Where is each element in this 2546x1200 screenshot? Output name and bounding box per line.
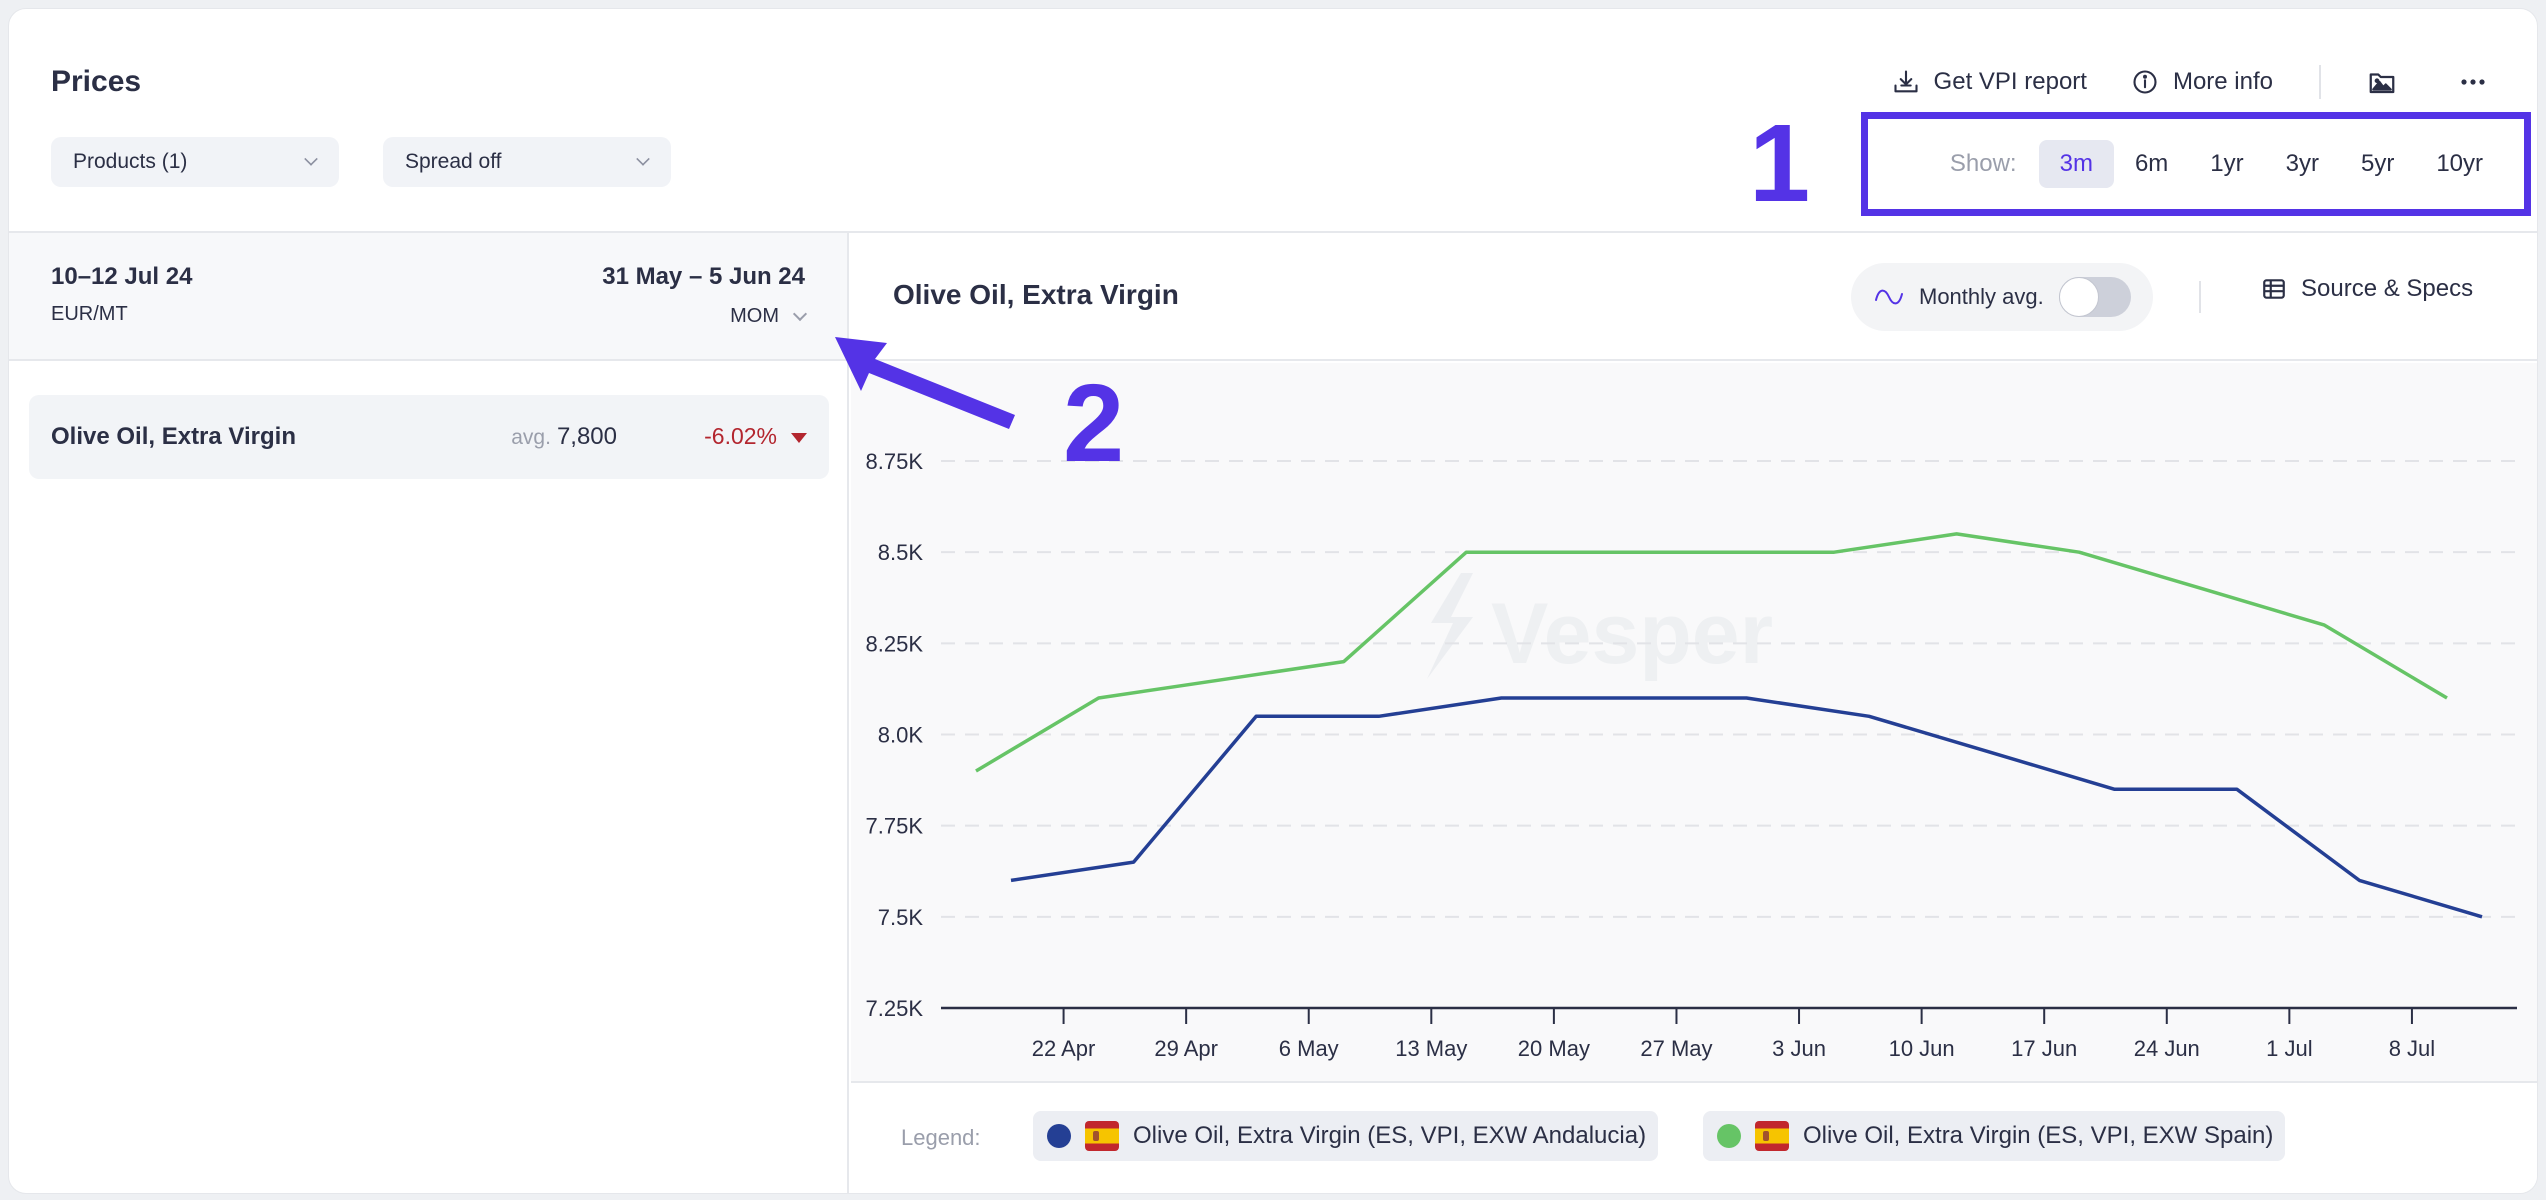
product-name: Olive Oil, Extra Virgin [51, 423, 296, 450]
show-label: Show: [1949, 150, 2017, 177]
series-dot-green [1717, 1124, 1741, 1148]
more-info-button[interactable]: More info [2131, 68, 2273, 96]
more-horizontal-icon [2459, 77, 2487, 87]
more-options-button[interactable] [2459, 77, 2487, 87]
y-tick-label: 8.25K [866, 631, 924, 656]
product-average: avg. 7,800 [511, 423, 617, 451]
y-tick-label: 8.5K [878, 540, 924, 565]
x-tick-label: 17 Jun [2011, 1036, 2077, 1061]
range-3yr[interactable]: 3yr [2265, 140, 2340, 188]
spain-flag-icon [1085, 1121, 1119, 1151]
series-dot-blue [1047, 1124, 1071, 1148]
more-info-label: More info [2172, 68, 2273, 95]
y-tick-label: 8.0K [878, 723, 924, 748]
annotation-arrow [835, 337, 1015, 429]
monthly-avg-control: Monthly avg. [1851, 263, 2153, 331]
y-tick-label: 7.25K [866, 996, 924, 1021]
chevron-down-icon [636, 152, 650, 166]
unit-label: EUR/MT [51, 303, 128, 325]
range-6m[interactable]: 6m [2114, 140, 2189, 188]
image-folder-icon [2367, 67, 2397, 97]
chart-legend: Legend: Olive Oil, Extra Virgin (ES, VPI… [851, 1081, 2537, 1193]
x-tick-label: 20 May [1518, 1036, 1590, 1061]
vesper-watermark: Vesper [1427, 573, 1773, 682]
prices-card: Prices Products (1) Spread off Get VPI r… [8, 8, 2538, 1194]
products-dropdown-label: Products (1) [73, 150, 188, 173]
left-panel: 10–12 Jul 24 EUR/MT 31 May – 5 Jun 24 MO… [9, 233, 849, 1193]
x-tick-label: 29 Apr [1154, 1036, 1218, 1061]
y-tick-label: 7.5K [878, 905, 924, 930]
monthly-avg-label: Monthly avg. [1919, 284, 2044, 309]
legend-item-label: Olive Oil, Extra Virgin (ES, VPI, EXW Sp… [1803, 1122, 2274, 1149]
down-triangle-icon [791, 433, 807, 443]
x-tick-label: 3 Jun [1772, 1036, 1826, 1061]
range-3m[interactable]: 3m [2038, 140, 2114, 188]
prices-header: Prices Products (1) Spread off Get VPI r… [9, 9, 2537, 233]
chevron-down-icon [304, 152, 318, 166]
y-tick-label: 7.75K [866, 814, 924, 839]
current-period: 10–12 Jul 24 [51, 263, 193, 290]
x-tick-label: 24 Jun [2134, 1036, 2200, 1061]
legend-item-andalucia[interactable]: Olive Oil, Extra Virgin (ES, VPI, EXW An… [1033, 1111, 1659, 1161]
annotation-number-2: 2 [1063, 362, 1125, 485]
x-tick-label: 13 May [1395, 1036, 1467, 1061]
compare-period: 31 May – 5 Jun 24 [602, 263, 805, 290]
avg-value: 7,800 [556, 423, 617, 450]
get-vpi-report-button[interactable]: Get VPI report [1892, 68, 2087, 96]
source-specs-button[interactable]: Source & Specs [2261, 275, 2473, 303]
legend-item-spain[interactable]: Olive Oil, Extra Virgin (ES, VPI, EXW Sp… [1703, 1111, 2286, 1161]
range-5yr[interactable]: 5yr [2340, 140, 2415, 188]
arrow-shape [835, 337, 1015, 429]
x-tick-label: 8 Jul [2389, 1036, 2435, 1061]
monthly-avg-toggle[interactable] [2059, 277, 2131, 317]
legend-label: Legend: [901, 1125, 981, 1150]
chevron-down-icon [792, 306, 808, 321]
chart-header: Olive Oil, Extra Virgin Monthly avg. Sou… [851, 233, 2537, 361]
annotation-number-1: 1 [1749, 102, 1811, 225]
period-header: 10–12 Jul 24 EUR/MT 31 May – 5 Jun 24 MO… [9, 233, 847, 361]
table-icon [2261, 276, 2287, 302]
source-specs-label: Source & Specs [2301, 275, 2474, 302]
wave-icon [1873, 286, 1905, 308]
top-actions: Get VPI report More info [1892, 65, 2487, 99]
price-change: -6.02% [704, 423, 777, 449]
spain-flag-icon [1755, 1121, 1789, 1151]
info-icon [2131, 68, 2159, 96]
get-vpi-report-label: Get VPI report [1933, 68, 2087, 95]
bolt-logo-icon [1427, 573, 1473, 679]
product-row[interactable]: Olive Oil, Extra Virgin avg. 7,800 -6.02% [29, 395, 829, 479]
range-1yr[interactable]: 1yr [2189, 140, 2264, 188]
download-icon [1892, 68, 1920, 96]
time-range-selector: Show: 3m 6m 1yr 3yr 5yr 10yr [1861, 112, 2531, 216]
x-tick-label: 22 Apr [1032, 1036, 1096, 1061]
products-dropdown[interactable]: Products (1) [51, 137, 339, 187]
legend-item-label: Olive Oil, Extra Virgin (ES, VPI, EXW An… [1133, 1122, 1647, 1149]
toggle-knob [2059, 277, 2099, 317]
divider [2319, 65, 2321, 99]
range-10yr[interactable]: 10yr [2415, 140, 2504, 188]
watermark-text: Vesper [1491, 586, 1773, 682]
chart-title: Olive Oil, Extra Virgin [893, 279, 1179, 310]
spread-dropdown[interactable]: Spread off [383, 137, 671, 187]
y-tick-label: 8.75K [866, 449, 924, 474]
export-image-button[interactable] [2367, 67, 2397, 97]
compare-mode-dropdown[interactable]: MOM [730, 305, 808, 328]
avg-label: avg. [511, 426, 551, 449]
compare-mode-label: MOM [730, 305, 779, 327]
series-line-andalucia [1010, 696, 2483, 919]
x-tick-label: 10 Jun [1889, 1036, 1955, 1061]
page-title: Prices [51, 65, 142, 98]
x-tick-label: 6 May [1279, 1036, 1339, 1061]
spread-dropdown-label: Spread off [405, 150, 502, 173]
x-tick-label: 1 Jul [2266, 1036, 2312, 1061]
divider [2199, 281, 2201, 313]
x-tick-label: 27 May [1640, 1036, 1712, 1061]
